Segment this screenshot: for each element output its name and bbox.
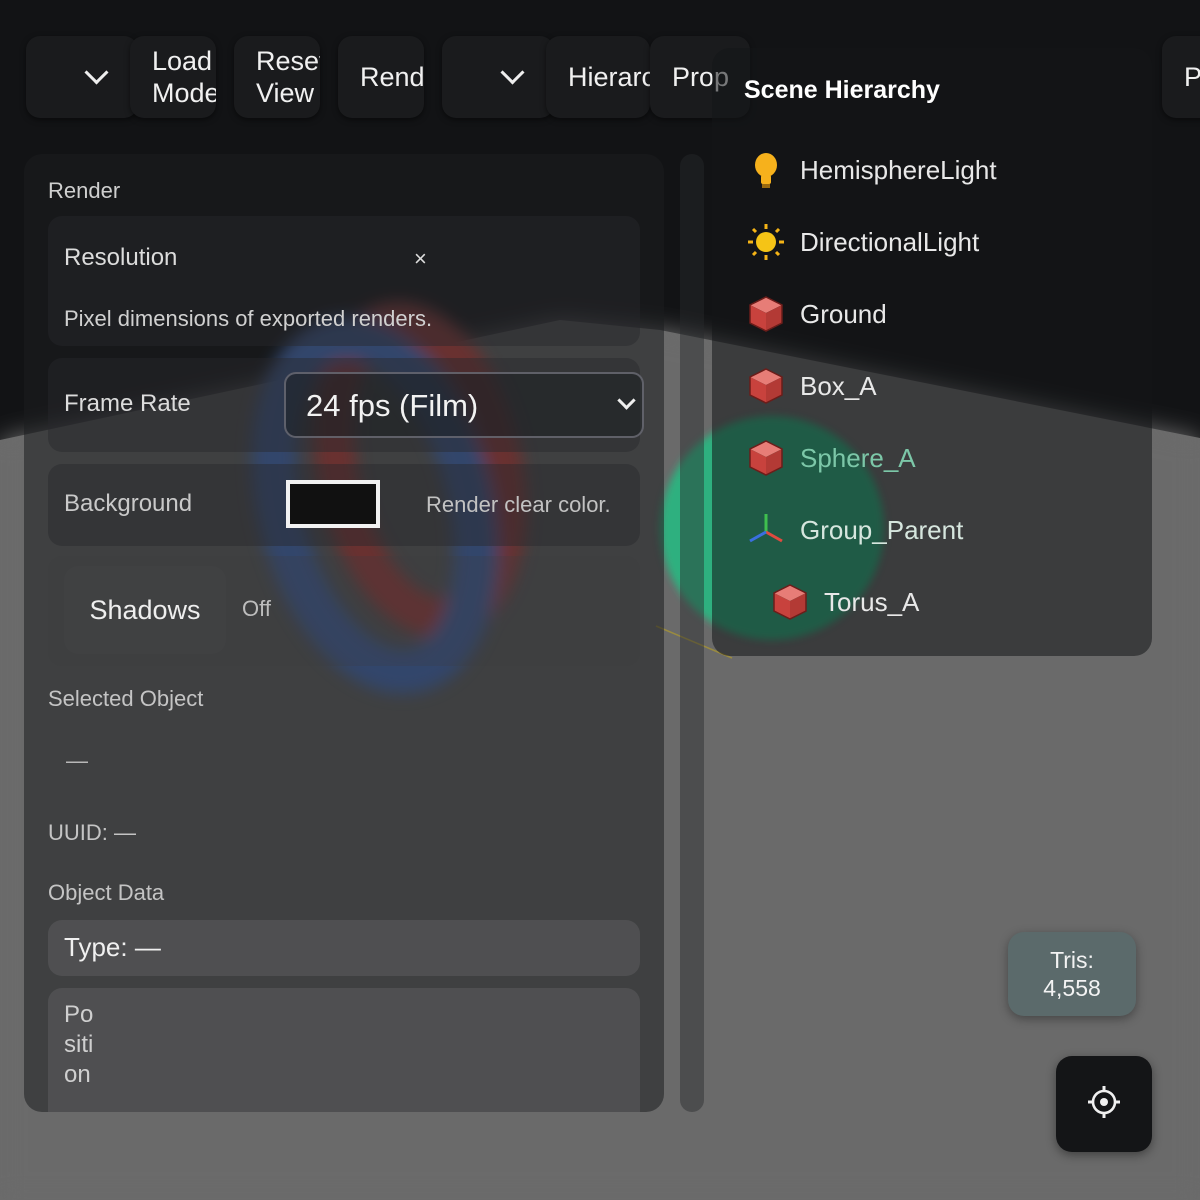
gear-icon	[1087, 1085, 1121, 1124]
hierarchy-item[interactable]: DirectionalLight	[746, 214, 979, 270]
resolution-card: Resolution × Pixel dimensions of exporte…	[48, 216, 640, 346]
overflow-label: P	[1184, 62, 1200, 92]
hierarchy-item[interactable]: Box_A	[746, 358, 877, 414]
hierarchy-item[interactable]: Torus_A	[770, 574, 919, 630]
cube-icon	[746, 294, 786, 334]
frame-rate-value: 24 fps (Film)	[306, 388, 479, 423]
hierarchy-item-label: Sphere_A	[800, 442, 916, 473]
uuid-text: UUID: —	[48, 820, 136, 845]
panel-scrollbar[interactable]	[680, 154, 704, 1112]
chevron-down-icon	[500, 60, 525, 85]
tris-value: 4,558	[1043, 975, 1101, 1001]
hierarchy-item-label: DirectionalLight	[800, 226, 980, 257]
hierarchy-button[interactable]: Hierarc	[546, 36, 650, 118]
tris-label: Tris:	[1050, 947, 1094, 973]
selected-object-title: Selected Object	[48, 686, 204, 711]
type-label: Type: —	[64, 932, 161, 962]
position-label: Position	[64, 1001, 94, 1088]
frame-rate-select[interactable]: 24 fps (Film)	[284, 372, 644, 438]
shadows-state: Off	[242, 596, 271, 621]
axes-icon	[746, 510, 786, 550]
lightbulb-icon	[746, 150, 786, 190]
cube-icon	[770, 582, 810, 622]
render-panel: Render Resolution × Pixel dimensions of …	[24, 154, 664, 1112]
render-section-title: Render	[48, 178, 121, 203]
hierarchy-item[interactable]: Ground	[746, 286, 887, 342]
frame-rate-card: Frame Rate 24 fps (Film)	[48, 358, 644, 452]
scene-hierarchy-panel: Scene Hierarchy HemisphereLight Directio…	[712, 48, 1152, 656]
chevron-down-icon	[617, 391, 636, 410]
position-card: Position	[48, 988, 640, 1112]
shadows-toggle-button[interactable]: Shadows	[64, 566, 226, 654]
hierarchy-item-label: Ground	[800, 298, 887, 329]
load-model-label: Load Model	[152, 46, 216, 108]
background-hint: Render clear color.	[426, 492, 611, 517]
chevron-down-icon	[84, 60, 109, 85]
close-icon[interactable]: ×	[414, 246, 427, 272]
menu-dropdown-button[interactable]	[26, 36, 138, 118]
load-model-button[interactable]: Load Model	[130, 36, 216, 118]
reset-view-button[interactable]: Reset View	[234, 36, 320, 118]
triangle-count-badge: Tris: 4,558	[1008, 932, 1136, 1016]
hierarchy-title: Scene Hierarchy	[744, 76, 940, 104]
sun-icon	[746, 222, 786, 262]
type-card: Type: —	[48, 920, 640, 976]
cube-icon	[746, 366, 786, 406]
hierarchy-item-label: Box_A	[800, 370, 877, 401]
render-dropdown-button[interactable]	[442, 36, 554, 118]
hierarchy-item[interactable]: Group_Parent	[746, 502, 963, 558]
frame-rate-label: Frame Rate	[64, 390, 191, 417]
selected-object-name: —	[66, 748, 88, 773]
resolution-label: Resolution	[64, 244, 178, 271]
hierarchy-item-label: Group_Parent	[800, 514, 964, 545]
shadows-label: Shadows	[89, 594, 201, 625]
resolution-hint: Pixel dimensions of exported renders.	[64, 306, 433, 331]
background-color-swatch[interactable]	[286, 480, 380, 528]
background-label: Background	[64, 490, 193, 517]
reset-view-label: Reset View	[256, 46, 320, 108]
cube-icon	[746, 438, 786, 478]
hierarchy-item[interactable]: HemisphereLight	[746, 142, 997, 198]
overflow-button[interactable]: P	[1162, 36, 1200, 118]
background-card: Background Render clear color.	[48, 464, 640, 546]
render-button[interactable]: Rende	[338, 36, 424, 118]
settings-button[interactable]	[1056, 1056, 1152, 1152]
render-label: Rende	[360, 62, 424, 92]
hierarchy-item[interactable]: Sphere_A	[746, 430, 916, 486]
hierarchy-item-label: HemisphereLight	[800, 154, 997, 185]
hierarchy-label: Hierarc	[568, 62, 650, 92]
object-data-title: Object Data	[48, 880, 165, 905]
hierarchy-item-label: Torus_A	[824, 586, 920, 617]
